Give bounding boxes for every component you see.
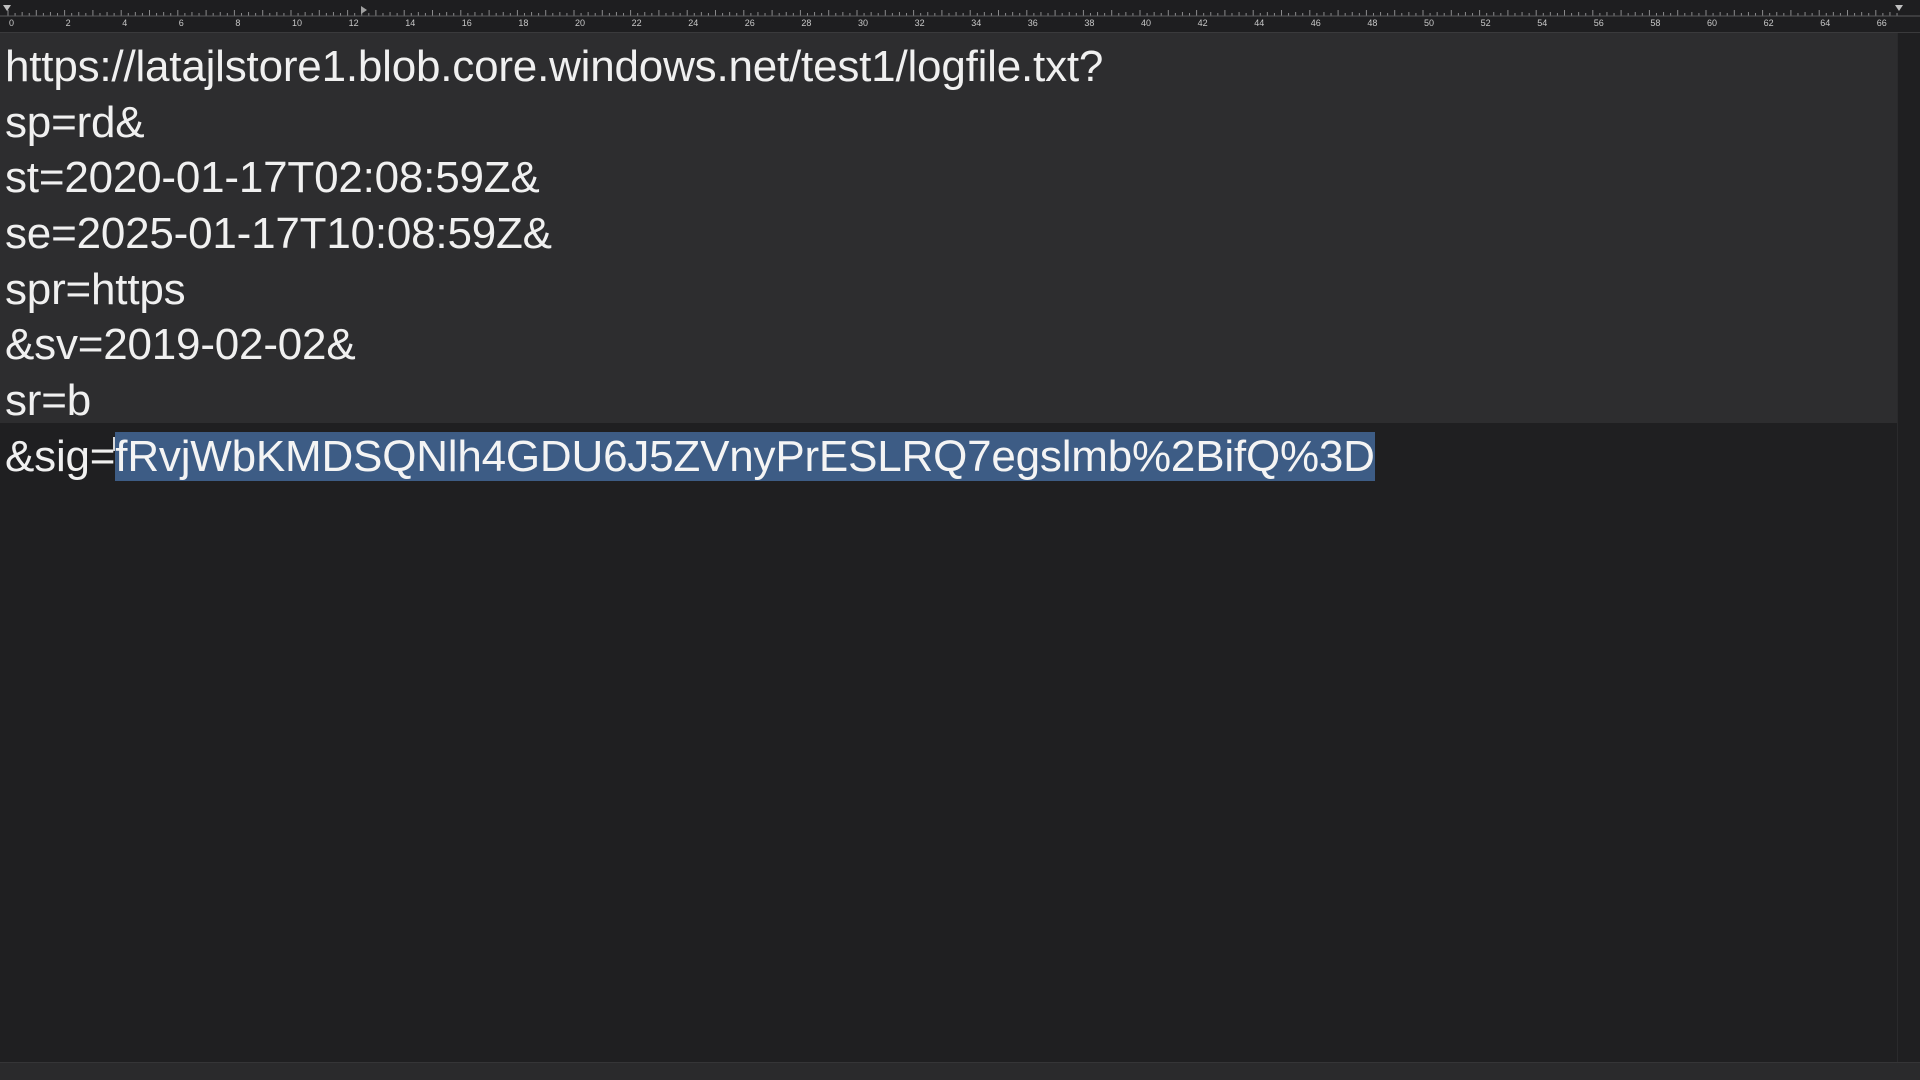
- ruler-label: 8: [235, 18, 241, 28]
- document-line[interactable]: https://latajlstore1.blob.core.windows.n…: [5, 39, 1375, 95]
- ruler-label: 16: [461, 18, 472, 28]
- ruler-label: 4: [122, 18, 128, 28]
- ruler-label: 28: [801, 18, 812, 28]
- ruler-label: 58: [1650, 18, 1661, 28]
- document-line-sig[interactable]: &sig=fRvjWbKMDSQNlh4GDU6J5ZVnyPrESLRQ7eg…: [5, 429, 1375, 485]
- ruler-label: 12: [348, 18, 359, 28]
- ruler[interactable]: 0 2 4 6 8 10 12 14 16 18 20 22 24 26 28 30 32 34 36 38 40 42 4…: [0, 0, 1920, 33]
- ruler-label: 40: [1141, 18, 1152, 28]
- ruler-label: 42: [1197, 18, 1208, 28]
- ruler-label: 66: [1876, 18, 1887, 28]
- sig-prefix: &sig=: [5, 431, 116, 481]
- ruler-label: 38: [1084, 18, 1095, 28]
- ruler-label: 46: [1310, 18, 1321, 28]
- bottom-status-bar: [0, 1062, 1920, 1080]
- left-indent-marker-icon: [3, 5, 11, 11]
- ruler-label: 60: [1707, 18, 1718, 28]
- text-editor-window: 0 2 4 6 8 10 12 14 16 18 20 22 24 26 28 30 32 34 36 38 40 42 4…: [0, 0, 1920, 1080]
- right-indent-marker-icon: [1895, 5, 1903, 11]
- text-editor-area[interactable]: https://latajlstore1.blob.core.windows.n…: [0, 33, 1898, 1063]
- document-lines: https://latajlstore1.blob.core.windows.n…: [5, 39, 1375, 485]
- ruler-label: 56: [1593, 18, 1604, 28]
- ruler-label: 22: [631, 18, 642, 28]
- ruler-label: 6: [178, 18, 184, 28]
- ruler-label: 36: [1027, 18, 1038, 28]
- ruler-label: 62: [1763, 18, 1774, 28]
- document-line[interactable]: sr=b: [5, 373, 1375, 429]
- ruler-label: 20: [575, 18, 586, 28]
- tab-stop-marker-icon: [361, 6, 367, 14]
- ruler-label: 50: [1424, 18, 1435, 28]
- ruler-label: 52: [1480, 18, 1491, 28]
- ruler-label: 24: [688, 18, 699, 28]
- document-line[interactable]: &sv=2019-02-02&: [5, 317, 1375, 373]
- ruler-label: 18: [518, 18, 529, 28]
- vertical-scrollbar[interactable]: [1897, 33, 1920, 1063]
- ruler-label: 44: [1254, 18, 1265, 28]
- ruler-label: 34: [971, 18, 982, 28]
- ruler-label: 14: [405, 18, 416, 28]
- document-line[interactable]: sp=rd&: [5, 95, 1375, 151]
- ruler-label: 54: [1537, 18, 1548, 28]
- ruler-label: 10: [292, 18, 303, 28]
- ruler-label: 2: [65, 18, 71, 28]
- ruler-ticks: [0, 5, 1920, 17]
- selected-text[interactable]: fRvjWbKMDSQNlh4GDU6J5ZVnyPrESLRQ7egslmb%…: [115, 431, 1375, 481]
- ruler-label: 32: [914, 18, 925, 28]
- ruler-label: 26: [744, 18, 755, 28]
- ruler-label: 0: [9, 18, 15, 28]
- document-line[interactable]: se=2025-01-17T10:08:59Z&: [5, 206, 1375, 262]
- ruler-label: 48: [1367, 18, 1378, 28]
- ruler-label: 30: [858, 18, 869, 28]
- ruler-label: 64: [1820, 18, 1831, 28]
- document-line[interactable]: spr=https: [5, 262, 1375, 318]
- document-line[interactable]: st=2020-01-17T02:08:59Z&: [5, 150, 1375, 206]
